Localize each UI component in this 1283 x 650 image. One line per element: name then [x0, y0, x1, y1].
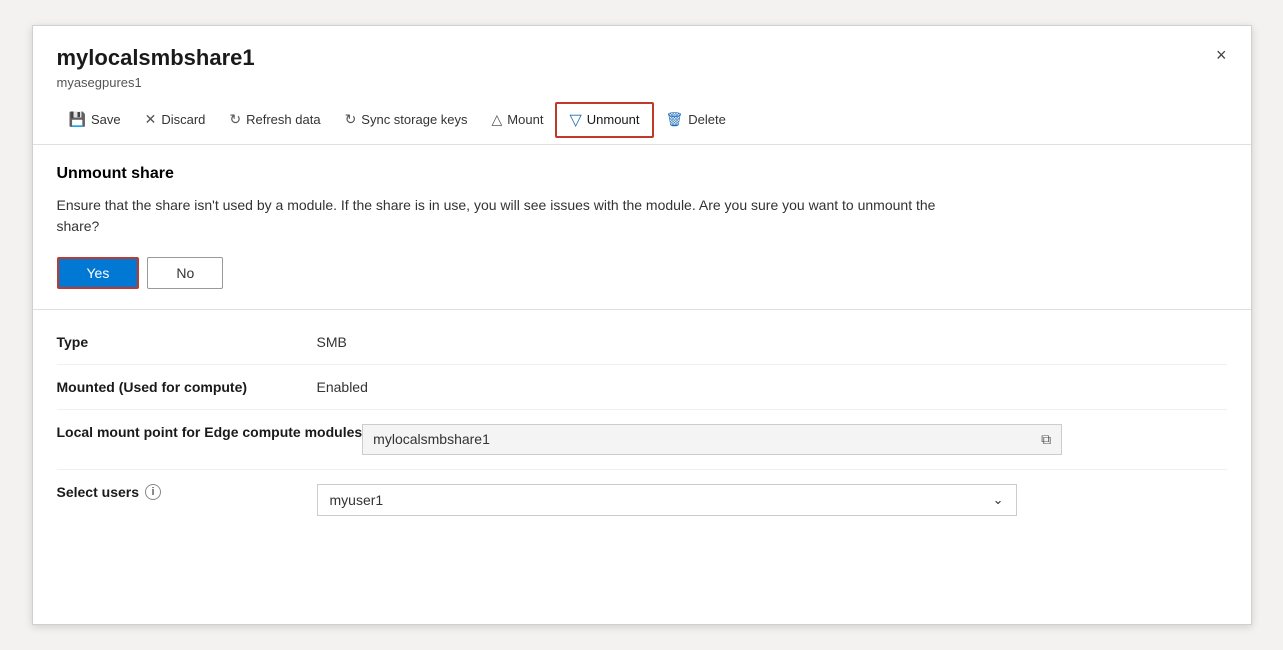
chevron-down-icon: ⌄ [993, 492, 1004, 508]
unmount-title: Unmount share [57, 165, 1227, 183]
mount-button[interactable]: △ Mount [480, 105, 556, 134]
delete-button[interactable]: 🗑 Delete [654, 105, 738, 134]
discard-icon: ✕ [145, 111, 157, 128]
yes-button[interactable]: Yes [57, 257, 140, 289]
delete-icon: 🗑 [666, 111, 684, 128]
select-users-value: myuser1 ⌄ [317, 484, 1227, 516]
type-label: Type [57, 334, 317, 350]
mount-point-row: Local mount point for Edge compute modul… [57, 410, 1227, 470]
mounted-row: Mounted (Used for compute) Enabled [57, 365, 1227, 410]
refresh-button[interactable]: ↻ Refresh data [217, 105, 332, 134]
panel-title: mylocalsmbshare1 [57, 44, 1227, 73]
mounted-value: Enabled [317, 379, 1227, 395]
panel-subtitle: myasegpures1 [57, 75, 1227, 90]
unmount-icon: ▽ [569, 110, 581, 130]
refresh-icon: ↻ [229, 111, 241, 128]
mount-point-value: mylocalsmbshare1 ⧉ [362, 424, 1226, 455]
sync-icon: ↻ [345, 111, 357, 128]
mount-point-label: Local mount point for Edge compute modul… [57, 424, 363, 440]
mount-point-text: mylocalsmbshare1 [373, 431, 1041, 447]
copy-icon[interactable]: ⧉ [1041, 431, 1051, 448]
users-select-text: myuser1 [330, 492, 993, 508]
type-value: SMB [317, 334, 1227, 350]
type-row: Type SMB [57, 320, 1227, 365]
close-button[interactable]: × [1210, 42, 1233, 68]
unmount-description: Ensure that the share isn't used by a mo… [57, 195, 957, 237]
save-button[interactable]: 💾 Save [57, 105, 133, 134]
discard-button[interactable]: ✕ Discard [133, 105, 218, 134]
sync-button[interactable]: ↻ Sync storage keys [333, 105, 480, 134]
unmount-section: Unmount share Ensure that the share isn'… [33, 145, 1251, 310]
details-section: Type SMB Mounted (Used for compute) Enab… [33, 310, 1251, 540]
panel-header: mylocalsmbshare1 myasegpures1 × [33, 26, 1251, 96]
confirm-buttons: Yes No [57, 257, 1227, 289]
info-icon[interactable]: i [145, 484, 161, 500]
select-users-label: Select users i [57, 484, 317, 500]
toolbar: 💾 Save ✕ Discard ↻ Refresh data ↻ Sync s… [33, 96, 1251, 145]
no-button[interactable]: No [147, 257, 223, 289]
save-icon: 💾 [69, 111, 86, 128]
unmount-button[interactable]: ▽ Unmount [555, 102, 653, 138]
mounted-label: Mounted (Used for compute) [57, 379, 317, 395]
main-panel: mylocalsmbshare1 myasegpures1 × 💾 Save ✕… [32, 25, 1252, 625]
mount-icon: △ [492, 111, 503, 128]
select-users-row: Select users i myuser1 ⌄ [57, 470, 1227, 530]
mount-point-input-box: mylocalsmbshare1 ⧉ [362, 424, 1062, 455]
users-select[interactable]: myuser1 ⌄ [317, 484, 1017, 516]
